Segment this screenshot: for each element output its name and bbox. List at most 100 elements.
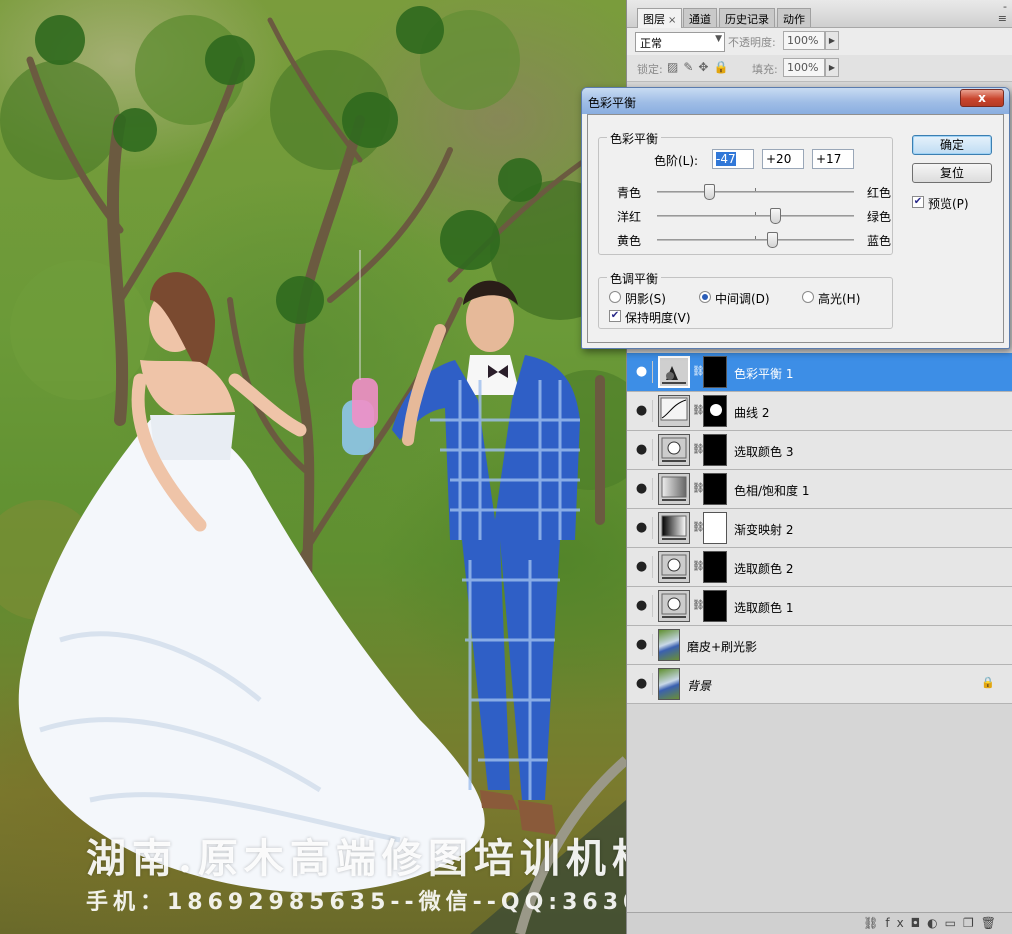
- visibility-eye-icon[interactable]: ●: [631, 439, 653, 461]
- layer-row[interactable]: ● ⛓ 选取颜色 3: [627, 431, 1012, 470]
- mask-icon[interactable]: ◘: [911, 916, 928, 930]
- layer-name: 色相/饱和度 1: [734, 484, 810, 498]
- lock-options-icon[interactable]: ▨✎✥🔒: [667, 60, 733, 74]
- layer-mask-thumbnail[interactable]: [703, 590, 727, 622]
- blend-row: 正常 ▼ 不透明度: 100% ▶: [627, 28, 1012, 55]
- photo-illustration: [0, 6, 626, 934]
- visibility-eye-icon[interactable]: ●: [631, 673, 653, 695]
- photo-canvas[interactable]: 湖南.原木高端修图培训机构出品 手机：18692985635--微信--QQ:3…: [0, 0, 626, 934]
- slider-yellow-blue-thumb[interactable]: [767, 232, 779, 248]
- fx-icon[interactable]: fx: [885, 916, 910, 930]
- layer-name: 曲线 2: [734, 406, 770, 420]
- adjustment-icon[interactable]: ◐: [927, 916, 944, 930]
- layer-thumbnail: [658, 629, 680, 661]
- level-yellow-blue-input[interactable]: +17: [812, 149, 854, 169]
- dialog-close-button[interactable]: x: [960, 89, 1004, 107]
- layer-mask-thumbnail[interactable]: [703, 434, 727, 466]
- levels-label: 色阶(L):: [654, 154, 699, 168]
- preserve-luminosity-checkbox[interactable]: ✔: [609, 310, 621, 322]
- visibility-eye-icon[interactable]: ●: [631, 478, 653, 500]
- layer-mask-thumbnail[interactable]: [703, 395, 727, 427]
- visibility-eye-icon[interactable]: ●: [631, 595, 653, 617]
- reset-button[interactable]: 复位: [912, 163, 992, 183]
- tab-channels[interactable]: 通道: [683, 8, 717, 27]
- level-magenta-green-input[interactable]: +20: [762, 149, 804, 169]
- panel-tab-bar: 图层 × 通道 历史记录 动作 - ≡: [627, 0, 1012, 28]
- selective-color-adjustment-icon: [658, 551, 690, 583]
- highlights-radio[interactable]: [802, 291, 814, 303]
- dialog-title: 色彩平衡: [588, 96, 637, 110]
- preserve-luminosity-label: 保持明度(V): [625, 311, 691, 325]
- visibility-eye-icon[interactable]: ●: [631, 634, 653, 656]
- layer-name: 选取颜色 1: [734, 601, 794, 615]
- opacity-arrow-button[interactable]: ▶: [825, 31, 839, 50]
- layer-name: 渐变映射 2: [734, 523, 794, 537]
- midtones-label: 中间调(D): [715, 292, 770, 306]
- tab-actions[interactable]: 动作: [777, 8, 811, 27]
- layer-mask-thumbnail[interactable]: [703, 512, 727, 544]
- dialog-body: 色彩平衡 色阶(L): -47 +20 +17 青色 红色 洋红 绿色 黄色 蓝…: [587, 114, 1004, 343]
- layer-name: 背景: [687, 679, 712, 693]
- layer-row[interactable]: ● ⛓ 选取颜色 1: [627, 587, 1012, 626]
- color-balance-adjustment-icon: [658, 356, 690, 388]
- shadows-radio[interactable]: [609, 291, 621, 303]
- layer-row[interactable]: ● 背景 🔒: [627, 665, 1012, 704]
- layer-row[interactable]: ● ⛓ 曲线 2: [627, 392, 1012, 431]
- preview-checkbox[interactable]: ✔: [912, 196, 924, 208]
- tab-history[interactable]: 历史记录: [719, 8, 775, 27]
- link-icon[interactable]: ⛓: [863, 916, 885, 930]
- layer-name: 磨皮+刷光影: [687, 640, 758, 654]
- layer-row[interactable]: ● ⛓ 渐变映射 2: [627, 509, 1012, 548]
- opacity-input[interactable]: 100%: [783, 31, 825, 50]
- blend-mode-value: 正常: [640, 37, 662, 50]
- visibility-eye-icon[interactable]: ●: [631, 517, 653, 539]
- visibility-eye-icon[interactable]: ●: [631, 400, 653, 422]
- slider-center-tick: [755, 236, 756, 239]
- layer-mask-thumbnail[interactable]: [703, 551, 727, 583]
- visibility-eye-icon[interactable]: ●: [631, 361, 653, 383]
- midtones-radio[interactable]: [699, 291, 711, 303]
- slider-cyan-red-thumb[interactable]: [704, 184, 716, 200]
- layer-row[interactable]: ● 磨皮+刷光影: [627, 626, 1012, 665]
- tab-close-icon[interactable]: ×: [668, 15, 676, 26]
- blend-mode-select[interactable]: 正常 ▼: [635, 32, 725, 52]
- layer-row[interactable]: ● ⛓ 色彩平衡 1: [627, 353, 1012, 392]
- slider-cyan-red-track[interactable]: [657, 191, 854, 193]
- curves-adjustment-icon: [658, 395, 690, 427]
- tab-history-label: 历史记录: [725, 13, 769, 26]
- visibility-eye-icon[interactable]: ●: [631, 556, 653, 578]
- slider-magenta-green-track[interactable]: [657, 215, 854, 217]
- dialog-titlebar[interactable]: 色彩平衡 x: [582, 88, 1009, 114]
- tab-layers[interactable]: 图层 ×: [637, 8, 683, 28]
- layer-row[interactable]: ● ⛓ 色相/饱和度 1: [627, 470, 1012, 509]
- layers-list: ● ⛓ 色彩平衡 1 ● ⛓ 曲线 2 ● ⛓ 选取颜色 3 ● ⛓ 色相/饱和…: [627, 353, 1012, 704]
- lock-icon: 🔒: [981, 676, 995, 689]
- slider-cyan-label: 青色: [617, 186, 642, 200]
- panel-menu-icon[interactable]: ≡: [998, 12, 1007, 25]
- slider-center-tick: [755, 188, 756, 191]
- fill-arrow-button[interactable]: ▶: [825, 58, 839, 77]
- tone-balance-group: 色调平衡 阴影(S) 中间调(D) 高光(H) ✔ 保持明度(V): [598, 270, 893, 329]
- slider-magenta-label: 洋红: [617, 210, 642, 224]
- slider-magenta-green-thumb[interactable]: [770, 208, 782, 224]
- lock-row: 锁定: ▨✎✥🔒 填充: 100% ▶: [627, 55, 1012, 82]
- layer-mask-thumbnail[interactable]: [703, 473, 727, 505]
- folder-icon[interactable]: ▭: [945, 916, 963, 930]
- new-layer-icon[interactable]: ❐: [963, 916, 981, 930]
- fill-input[interactable]: 100%: [783, 58, 825, 77]
- trash-icon[interactable]: 🗑: [981, 916, 1003, 930]
- ok-button[interactable]: 确定: [912, 135, 992, 155]
- tab-actions-label: 动作: [783, 13, 805, 26]
- slider-red-label: 红色: [867, 186, 892, 200]
- level-cyan-red-input[interactable]: -47: [712, 149, 754, 169]
- slider-green-label: 绿色: [867, 210, 892, 224]
- preview-label: 预览(P): [928, 197, 969, 211]
- layer-name: 选取颜色 3: [734, 445, 794, 459]
- layer-row[interactable]: ● ⛓ 选取颜色 2: [627, 548, 1012, 587]
- slider-yellow-blue-track[interactable]: [657, 239, 854, 241]
- layer-mask-thumbnail[interactable]: [703, 356, 727, 388]
- panel-bottom-toolbar: ⛓fx◘◐▭❐🗑: [627, 912, 1012, 934]
- slider-center-tick: [755, 212, 756, 215]
- chevron-down-icon: ▼: [715, 34, 722, 44]
- selective-color-adjustment-icon: [658, 590, 690, 622]
